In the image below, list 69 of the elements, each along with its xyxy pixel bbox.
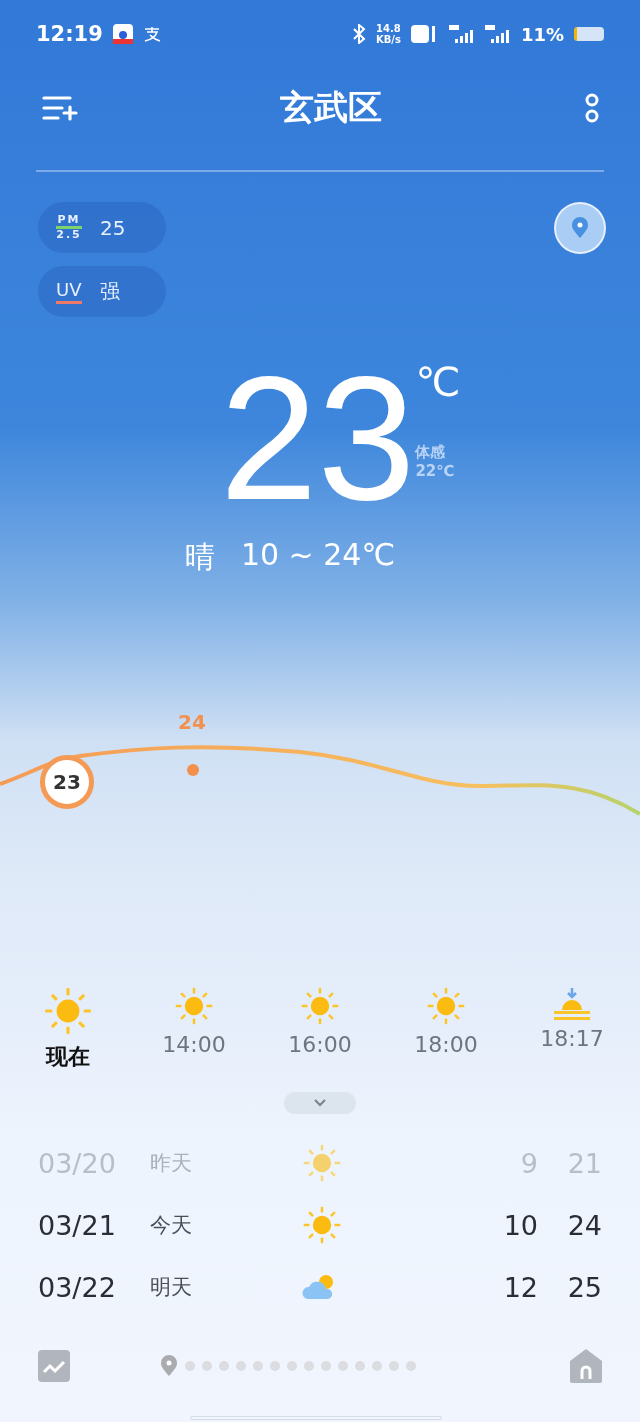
- location-pin-icon[interactable]: [160, 1355, 178, 1377]
- more-icon[interactable]: [584, 93, 600, 123]
- chevron-down-icon: [312, 1098, 328, 1108]
- paw-app-icon: [112, 24, 133, 44]
- page-dot[interactable]: [202, 1361, 212, 1371]
- temperature-range: 10 ~ 24℃: [240, 537, 396, 574]
- temperature-unit: ℃: [415, 359, 461, 405]
- air-quality-pill[interactable]: PM 2.5 25: [38, 202, 166, 253]
- page-dot[interactable]: [253, 1361, 263, 1371]
- status-time: 12:19: [36, 22, 103, 46]
- add-city-icon[interactable]: [42, 95, 78, 121]
- day-name: 昨天: [150, 1150, 193, 1177]
- feels-like-label: 体感: [415, 443, 447, 462]
- page-dot[interactable]: [185, 1361, 195, 1371]
- home-icon[interactable]: [570, 1349, 602, 1383]
- sun-icon: [302, 1143, 342, 1183]
- bluetooth-icon: [351, 24, 366, 44]
- signal-icon: [484, 25, 511, 43]
- hour-label: 18:17: [540, 1026, 604, 1051]
- sun-icon: [426, 986, 466, 1026]
- battery-percent: 11%: [520, 23, 564, 45]
- expand-button[interactable]: [284, 1092, 356, 1114]
- page-dot[interactable]: [338, 1361, 348, 1371]
- day-date: 03/21: [38, 1209, 117, 1241]
- page-dot[interactable]: [372, 1361, 382, 1371]
- city-title: 玄武区: [280, 86, 382, 129]
- page-dot[interactable]: [219, 1361, 229, 1371]
- feels-like-value: 22℃: [415, 462, 456, 480]
- page-dot[interactable]: [287, 1361, 297, 1371]
- map-button[interactable]: [554, 202, 606, 254]
- day-name: 今天: [150, 1212, 193, 1239]
- badge-value: 25: [100, 215, 126, 240]
- uv-pill[interactable]: UV 强: [38, 266, 166, 317]
- hour-label: 14:00: [162, 1032, 226, 1057]
- sun-icon: [174, 986, 214, 1026]
- pm-label: PM 2.5: [56, 214, 82, 241]
- sun-icon: [302, 1205, 342, 1245]
- pay-app-icon: [142, 26, 161, 42]
- peak-marker: [187, 764, 199, 776]
- day-name: 明天: [150, 1274, 193, 1301]
- day-date: 03/22: [38, 1271, 117, 1303]
- signal-icon: [448, 25, 475, 43]
- current-temp-marker: 23: [40, 755, 94, 809]
- uv-label: UV: [56, 279, 82, 304]
- weather-condition: 晴: [184, 538, 215, 576]
- page-dot[interactable]: [355, 1361, 365, 1371]
- sun-icon: [43, 986, 93, 1036]
- page-dot[interactable]: [304, 1361, 314, 1371]
- page-dot[interactable]: [389, 1361, 399, 1371]
- page-dot[interactable]: [236, 1361, 246, 1371]
- sunset-icon: [552, 986, 592, 1020]
- current-temperature: 23: [219, 353, 416, 523]
- page-dot[interactable]: [270, 1361, 280, 1371]
- low-temperature: 10: [502, 1209, 538, 1241]
- peak-temperature: 24: [178, 710, 206, 734]
- high-temperature: 24: [566, 1209, 602, 1241]
- page-dot[interactable]: [406, 1361, 416, 1371]
- page-dot[interactable]: [321, 1361, 331, 1371]
- hour-label: 18:00: [414, 1032, 478, 1057]
- hour-label: 16:00: [288, 1032, 352, 1057]
- battery-icon: [574, 27, 604, 41]
- network-speed: 14.8 KB/s: [375, 23, 401, 45]
- low-temperature: 12: [502, 1271, 538, 1303]
- hour-label: 现在: [46, 1043, 90, 1071]
- high-temperature: 25: [566, 1271, 602, 1303]
- trend-chart-icon[interactable]: [38, 1350, 70, 1382]
- badge-value: 强: [99, 278, 120, 305]
- location-pin-icon: [571, 217, 589, 239]
- sun-icon: [300, 986, 340, 1026]
